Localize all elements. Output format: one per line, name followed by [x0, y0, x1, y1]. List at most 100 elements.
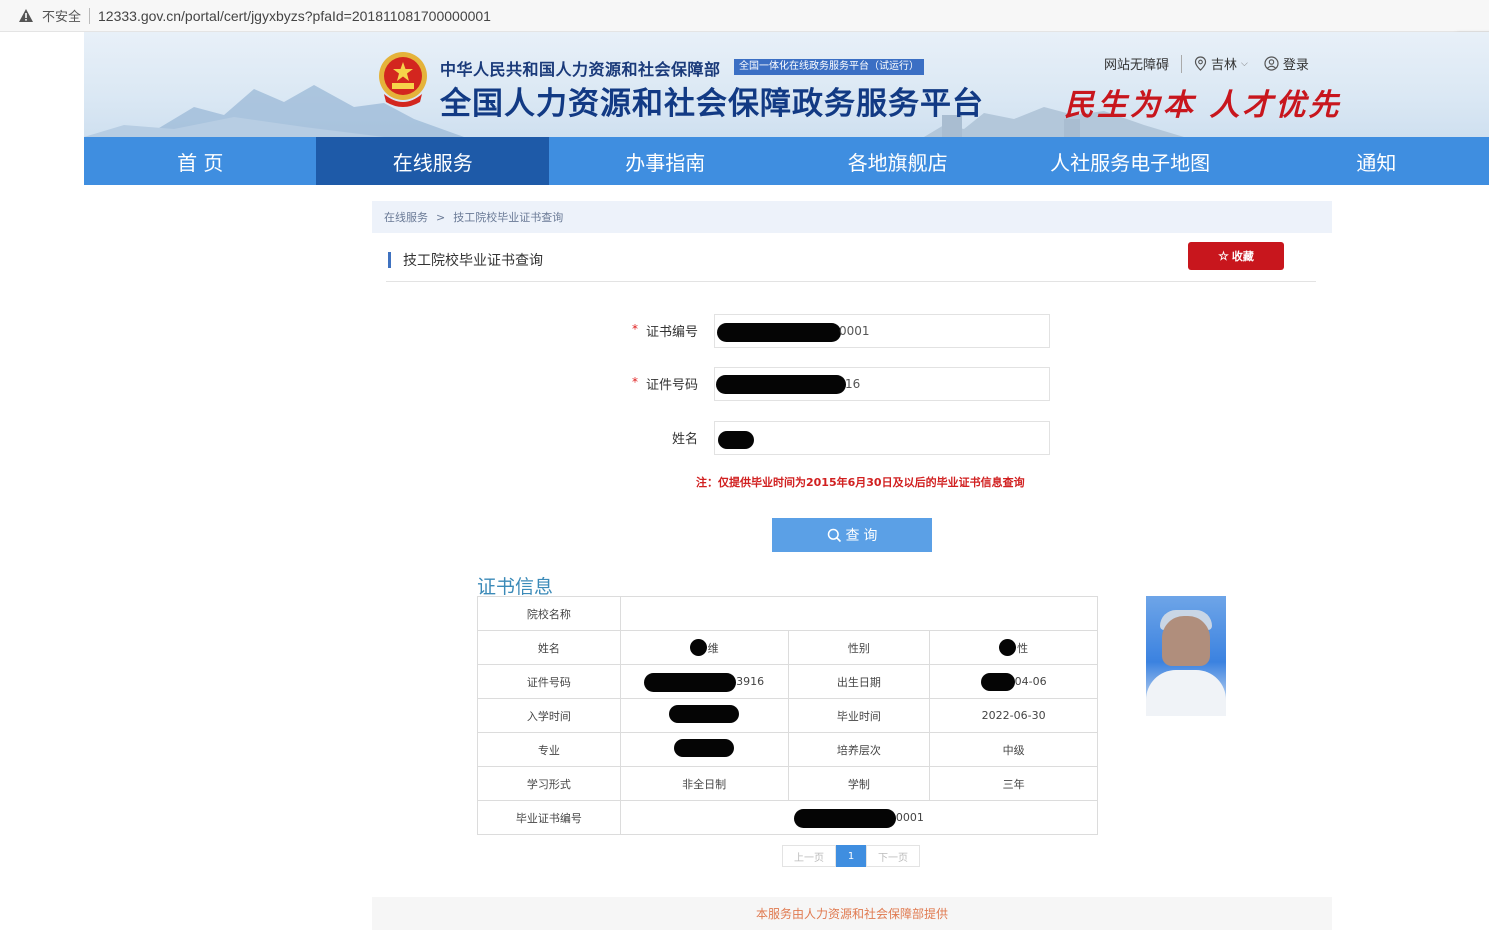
url-text[interactable]: 12333.gov.cn/portal/cert/jgyxbyzs?pfaId=…	[98, 8, 491, 24]
query-note: 注：仅提供毕业时间为2015年6月30日及以后的毕业证书信息查询	[696, 476, 1025, 489]
id-no-value: 16	[845, 377, 861, 391]
id-value-tail: 3916	[736, 675, 765, 688]
redaction-mark	[689, 638, 707, 656]
level-value: 中级	[929, 732, 1098, 767]
gender-value-tail: 性	[1017, 641, 1029, 655]
redaction-mark	[980, 673, 1015, 691]
region-label: 吉林	[1211, 58, 1238, 73]
certno-label: 毕业证书编号	[477, 800, 621, 835]
ministry-tag: 全国一体化在线政务服务平台（试运行）	[734, 59, 924, 75]
query-label: 查 询	[845, 527, 878, 543]
ministry-name: 中华人民共和国人力资源和社会保障部	[440, 60, 721, 79]
breadcrumb-separator: >	[436, 210, 446, 224]
mode-label: 学习形式	[477, 766, 621, 801]
page-root: 不安全 12333.gov.cn/portal/cert/jgyxbyzs?pf…	[0, 0, 1489, 930]
nav-item-guide[interactable]: 办事指南	[549, 137, 781, 185]
birth-value: 04-06	[929, 664, 1098, 699]
nav-item-online-service[interactable]: 在线服务	[316, 137, 549, 185]
school-label: 院校名称	[477, 596, 621, 631]
grad-label: 毕业时间	[787, 698, 931, 733]
top-links-divider	[1181, 54, 1183, 73]
cert-info-table: 院校名称 姓名 维 性别 性 证件号码 3916 出生日期 04-06 入学时间…	[477, 596, 1099, 835]
main-nav: 首 页 在线服务 办事指南 各地旗舰店 人社服务电子地图 通知	[84, 137, 1489, 185]
section-title: 技工院校毕业证书查询	[403, 253, 543, 269]
id-no-label: 证件号码	[645, 378, 698, 393]
chevron-down-icon: ⌵	[1241, 58, 1248, 69]
name-row: 姓名	[600, 421, 1060, 455]
birth-label: 出生日期	[787, 664, 931, 699]
cert-info-title: 证书信息	[477, 576, 554, 598]
photo-body	[1146, 670, 1226, 716]
id-label: 证件号码	[477, 664, 621, 699]
name-label: 姓名	[671, 432, 698, 447]
breadcrumb-current: 技工院校毕业证书查询	[453, 211, 564, 224]
table-row: 入学时间 毕业时间 2022-06-30	[477, 698, 1098, 733]
footer-note: 本服务由人力资源和社会保障部提供	[372, 897, 1332, 930]
prev-page-button[interactable]: 上一页	[782, 845, 836, 867]
id-no-input[interactable]: 16	[714, 367, 1050, 401]
certno-value: 0001	[619, 800, 1099, 835]
favorite-button[interactable]: ☆ 收藏	[1188, 242, 1284, 270]
site-banner: 中华人民共和国人力资源和社会保障部 全国一体化在线政务服务平台（试运行） 全国人…	[84, 32, 1489, 137]
nav-item-notice[interactable]: 通知	[1246, 137, 1489, 185]
student-photo	[1146, 596, 1226, 716]
major-value	[619, 732, 789, 767]
birth-value-tail: 04-06	[1014, 675, 1047, 688]
grad-value: 2022-06-30	[929, 698, 1098, 733]
redaction-mark	[674, 739, 735, 757]
nav-item-service-map[interactable]: 人社服务电子地图	[1014, 137, 1246, 185]
name-input[interactable]	[714, 421, 1050, 455]
platform-title: 全国人力资源和社会保障政务服务平台	[440, 86, 984, 122]
region-selector[interactable]: 吉林 ⌵	[1194, 54, 1248, 73]
cert-no-value: 0001	[839, 324, 870, 338]
enroll-label: 入学时间	[477, 698, 621, 733]
cert-no-label: 证书编号	[645, 325, 698, 340]
section-bar	[388, 252, 391, 268]
security-label: 不安全	[42, 10, 82, 25]
table-row: 姓名 维 性别 性	[477, 630, 1098, 665]
redaction-mark	[716, 375, 846, 394]
address-divider	[89, 7, 91, 24]
gender-label: 性别	[787, 630, 931, 665]
redaction-mark	[717, 323, 841, 342]
nav-item-home[interactable]: 首 页	[84, 137, 316, 185]
section-header: 技工院校毕业证书查询	[386, 248, 1316, 282]
name-value: 维	[619, 630, 789, 665]
login-link[interactable]: 登录	[1264, 54, 1309, 73]
table-row: 学习形式 非全日制 学制 三年	[477, 766, 1098, 801]
breadcrumb: 在线服务 > 技工院校毕业证书查询	[372, 201, 1332, 233]
table-row: 院校名称	[477, 596, 1099, 631]
redaction-mark	[644, 673, 737, 692]
cert-no-input[interactable]: 0001	[714, 314, 1050, 348]
breadcrumb-home[interactable]: 在线服务	[384, 209, 428, 225]
top-links: 网站无障碍 吉林 ⌵ 登录	[1104, 54, 1309, 73]
pagination: 上一页 1 下一页	[782, 845, 920, 867]
duration-value: 三年	[929, 766, 1098, 801]
school-value	[619, 596, 1099, 631]
name-label: 姓名	[477, 630, 621, 665]
enroll-value	[619, 698, 789, 733]
name-value-tail: 维	[707, 641, 719, 655]
duration-label: 学制	[787, 766, 931, 801]
gender-value: 性	[929, 630, 1098, 665]
next-page-button[interactable]: 下一页	[866, 845, 920, 867]
current-page-button[interactable]: 1	[836, 845, 866, 867]
address-bar[interactable]: 不安全 12333.gov.cn/portal/cert/jgyxbyzs?pf…	[0, 0, 1489, 32]
national-emblem-icon	[379, 52, 427, 107]
cert-no-row: * 证书编号 0001	[600, 314, 1060, 348]
star-icon: ☆	[1218, 249, 1229, 263]
id-no-row: * 证件号码 16	[600, 367, 1060, 401]
accessibility-link[interactable]: 网站无障碍	[1104, 54, 1169, 73]
slogan: 民生为本 人才优先	[1064, 88, 1342, 123]
redaction-mark	[793, 809, 896, 828]
table-row: 专业 培养层次 中级	[477, 732, 1098, 767]
nav-item-local-stores[interactable]: 各地旗舰店	[781, 137, 1013, 185]
favorite-label: 收藏	[1231, 251, 1254, 263]
query-button[interactable]: 查 询	[772, 518, 932, 552]
redaction-mark	[669, 705, 740, 723]
id-value: 3916	[619, 664, 789, 699]
user-icon	[1264, 56, 1279, 71]
redaction-mark	[718, 431, 754, 449]
mode-value: 非全日制	[619, 766, 789, 801]
required-mark: *	[632, 322, 638, 336]
